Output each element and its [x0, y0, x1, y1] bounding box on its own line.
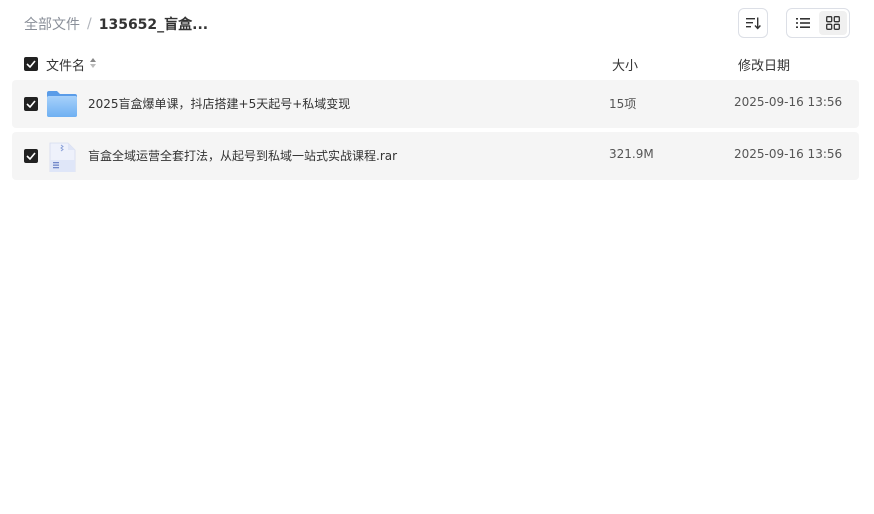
- check-icon: [26, 60, 36, 68]
- check-icon: [26, 152, 36, 160]
- file-name[interactable]: 盲盒全域运营全套打法，从起号到私域一站式实战课程.rar: [88, 147, 397, 164]
- row-checkbox[interactable]: [24, 149, 38, 163]
- file-name[interactable]: 2025盲盒爆单课，抖店搭建+5天起号+私域变现: [88, 95, 350, 112]
- view-toggle: [786, 8, 850, 38]
- sort-list-icon: [746, 17, 761, 30]
- breadcrumb: 全部文件 / 135652_盲盒...: [24, 14, 208, 34]
- row-checkbox[interactable]: [24, 97, 38, 111]
- folder-icon: [47, 91, 77, 117]
- grid-view-button[interactable]: [819, 11, 847, 35]
- toolbar: [738, 8, 850, 38]
- breadcrumb-current: 135652_盲盒...: [98, 17, 209, 33]
- file-size: 15项: [609, 97, 637, 111]
- file-size: 321.9M: [609, 147, 654, 161]
- column-header-date: 修改日期: [738, 59, 791, 74]
- breadcrumb-root-link[interactable]: 全部文件: [24, 14, 80, 34]
- table-header: 文件名 大小 修改日期: [24, 54, 850, 74]
- select-all-checkbox[interactable]: [24, 57, 38, 71]
- column-header-size: 大小: [612, 59, 639, 74]
- table-row[interactable]: 盲盒全域运营全套打法，从起号到私域一站式实战课程.rar 321.9M 2025…: [12, 132, 859, 180]
- archive-file-icon: [49, 142, 76, 172]
- breadcrumb-separator: /: [87, 16, 92, 32]
- check-icon: [26, 100, 36, 108]
- grid-view-icon: [826, 16, 840, 30]
- sort-button[interactable]: [738, 8, 768, 38]
- table-row[interactable]: 2025盲盒爆单课，抖店搭建+5天起号+私域变现 15项 2025-09-16 …: [12, 80, 859, 128]
- sort-arrows-icon[interactable]: [89, 57, 97, 69]
- list-view-icon: [796, 18, 810, 28]
- list-view-button[interactable]: [789, 11, 817, 35]
- file-date: 2025-09-16 13:56: [734, 147, 843, 161]
- file-date: 2025-09-16 13:56: [734, 95, 843, 109]
- column-header-name[interactable]: 文件名: [46, 55, 85, 74]
